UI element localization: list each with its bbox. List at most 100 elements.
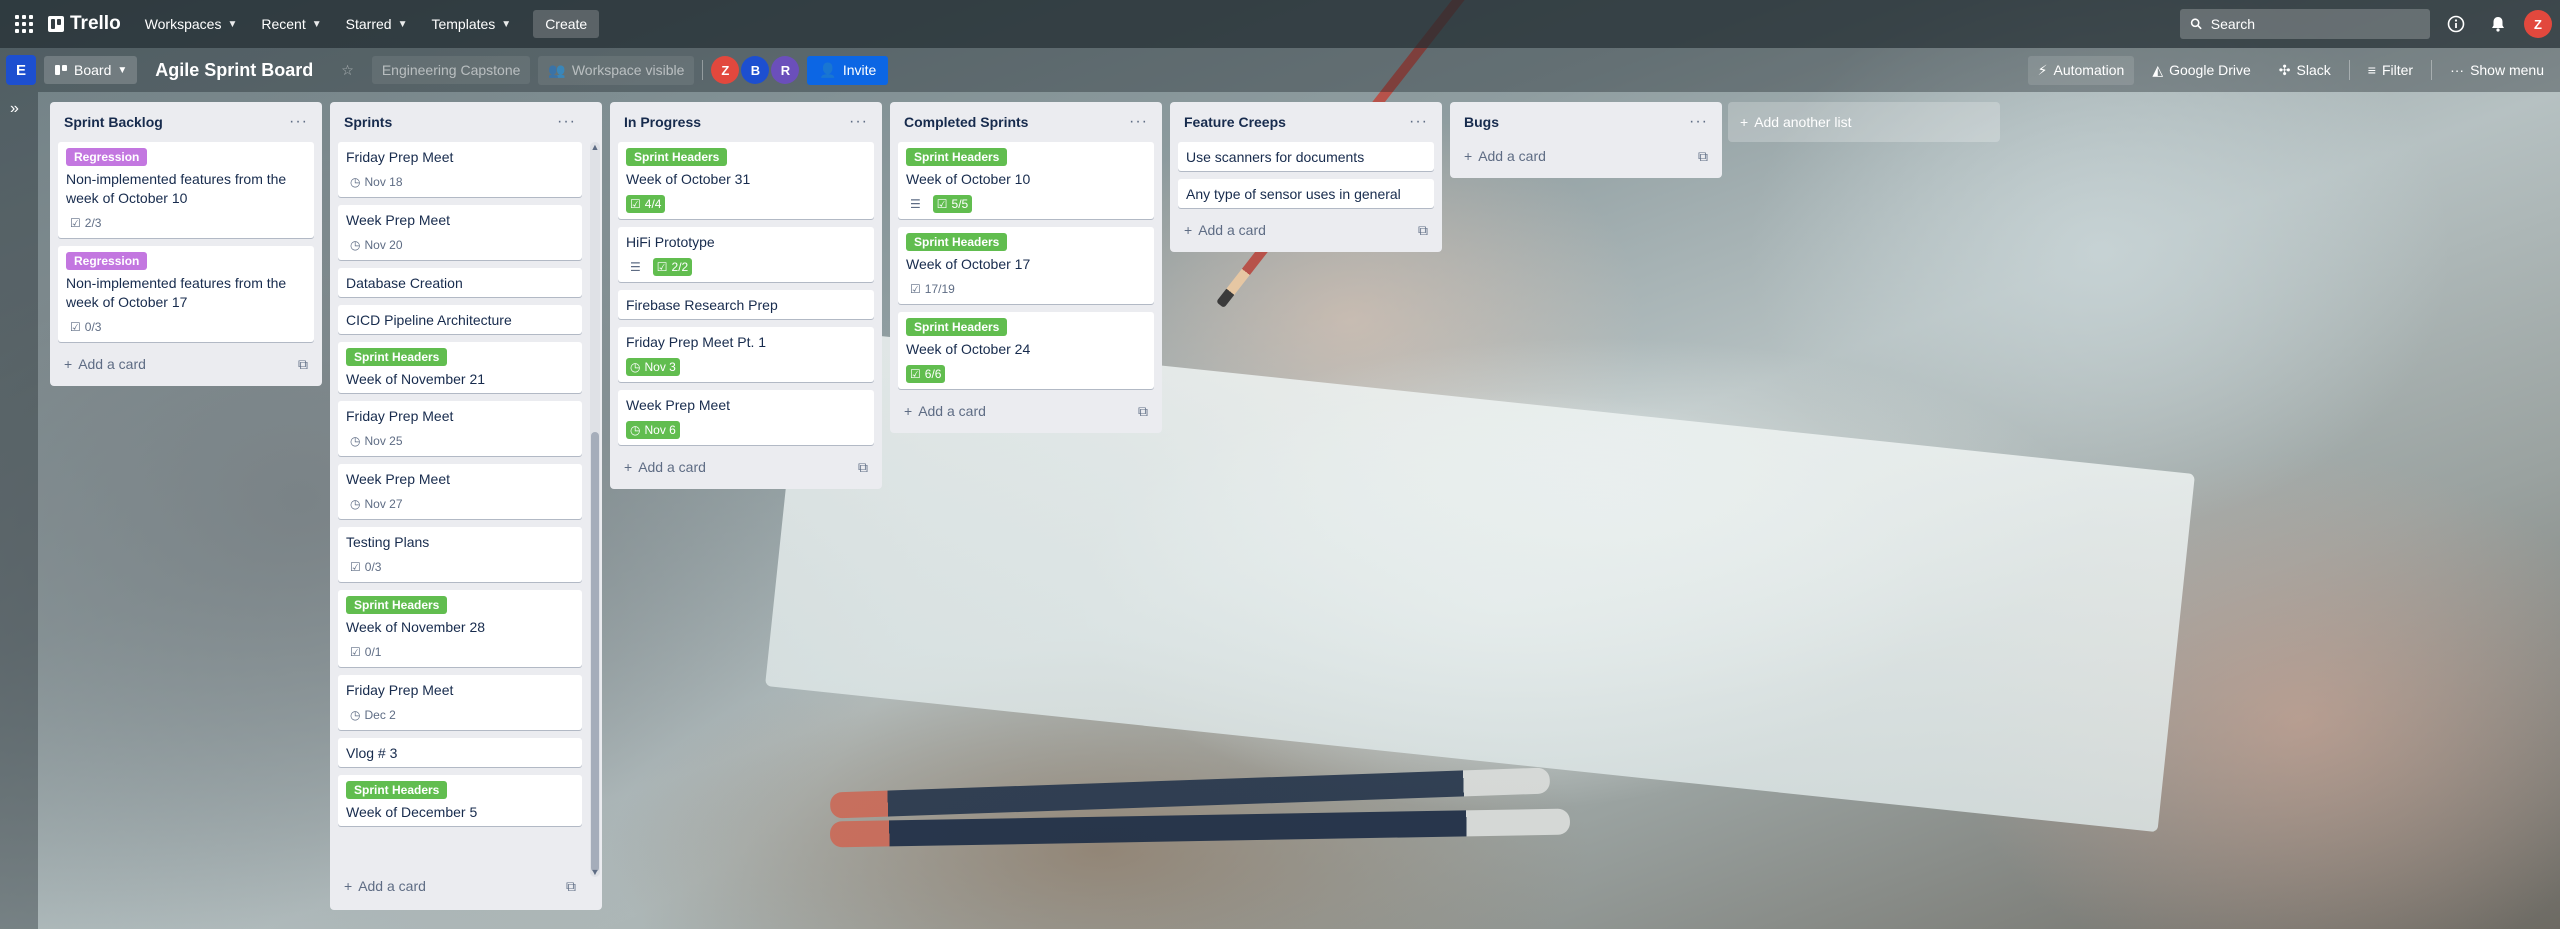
card[interactable]: CICD Pipeline Architecture [338,305,582,334]
card[interactable]: Regression Non-implemented features from… [58,142,314,238]
card[interactable]: Sprint Headers Week of October 24 ☑ 6/6 [898,312,1154,389]
google-drive-button[interactable]: ◭ Google Drive [2142,56,2260,85]
card[interactable]: Database Creation [338,268,582,297]
card[interactable]: Friday Prep Meet ◷ Nov 18 [338,142,582,197]
card[interactable]: HiFi Prototype ☰ ☑ 2/2 [618,227,874,282]
board-view-switcher[interactable]: Board ▼ [44,56,138,84]
card[interactable]: Sprint Headers Week of October 17 ☑ 17/19 [898,227,1154,304]
expand-sidebar-icon[interactable]: » [10,100,19,118]
list-sprint-backlog: Sprint Backlog ··· Regression Non-implem… [50,102,322,386]
create-button[interactable]: Create [533,10,600,38]
invite-button[interactable]: 👤 Invite [807,55,889,85]
card[interactable]: Sprint Headers Week of December 5 [338,775,582,826]
add-card-button[interactable]: + Add a card ⧉ [58,350,314,378]
filter-label: Filter [2381,62,2414,78]
card-label: Regression [66,148,148,166]
card-title: Week of October 10 [906,171,1031,187]
header-divider [2431,60,2433,80]
create-from-template-icon[interactable]: ⧉ [1418,222,1428,239]
slack-button[interactable]: ✣ Slack [2269,56,2341,85]
card-title: Friday Prep Meet [346,408,454,424]
workspaces-menu-button[interactable]: Workspaces ▼ [135,10,248,38]
star-board-button[interactable]: ☆ [331,56,364,85]
scrollbar-thumb[interactable] [591,432,599,872]
list-header: In Progress ··· [618,102,874,142]
checklist-icon: ☑ [350,560,361,574]
create-from-template-icon[interactable]: ⧉ [1138,403,1148,420]
card[interactable]: Sprint Headers Week of November 21 [338,342,582,393]
clock-icon: ◷ [350,497,361,511]
user-avatar[interactable]: Z [2524,10,2552,38]
card[interactable]: Friday Prep Meet Pt. 1 ◷ Nov 3 [618,327,874,382]
show-menu-button[interactable]: ··· Show menu [2440,56,2554,84]
list-bugs: Bugs ··· + Add a card ⧉ [1450,102,1722,178]
create-from-template-icon[interactable]: ⧉ [566,878,576,895]
list-title[interactable]: Sprints [344,114,392,130]
member-avatar[interactable]: B [741,56,770,84]
member-avatar[interactable]: Z [711,56,740,84]
list-cards-scroll-area[interactable]: Friday Prep Meet ◷ Nov 18 Week Prep Meet … [338,142,582,872]
list-menu-icon[interactable]: ··· [1409,113,1428,131]
visibility-button[interactable]: 👥 Workspace visible [538,55,695,85]
scroll-down-icon[interactable]: ▼ [590,867,600,877]
scroll-up-icon[interactable]: ▲ [590,142,600,152]
card[interactable]: Testing Plans ☑ 0/3 [338,527,582,582]
add-card-button[interactable]: + Add a card ⧉ [898,397,1154,425]
card[interactable]: Firebase Research Prep [618,290,874,319]
add-card-button[interactable]: + Add a card ⧉ [618,453,874,481]
card[interactable]: Friday Prep Meet ◷ Dec 2 [338,675,582,730]
search-input[interactable] [2210,16,2420,32]
add-person-icon: 👤 [819,61,837,78]
card[interactable]: Any type of sensor uses in general [1178,179,1434,208]
card-title: Week of October 17 [906,256,1031,272]
list-title[interactable]: Feature Creeps [1184,114,1286,130]
checklist-count: 4/4 [644,197,662,211]
app-switcher-icon[interactable] [8,8,40,40]
card[interactable]: Week Prep Meet ◷ Nov 6 [618,390,874,445]
list-menu-icon[interactable]: ··· [1129,113,1148,131]
list-menu-icon[interactable]: ··· [1689,113,1708,131]
trello-logo[interactable]: Trello [44,13,131,35]
create-from-template-icon[interactable]: ⧉ [1698,148,1708,165]
list-menu-icon[interactable]: ··· [289,113,308,131]
recent-menu-button[interactable]: Recent ▼ [251,10,331,38]
card-label: Sprint Headers [346,348,448,366]
board-title[interactable]: Agile Sprint Board [145,56,323,85]
card[interactable]: Regression Non-implemented features from… [58,246,314,342]
add-card-button[interactable]: + Add a card ⧉ [1178,216,1434,244]
search-box[interactable] [2180,9,2430,39]
automation-button[interactable]: ⚡ Automation [2027,55,2135,85]
list-menu-icon[interactable]: ··· [557,113,576,131]
filter-button[interactable]: ≡ Filter [2358,56,2423,84]
card-title: Week of November 21 [346,371,486,387]
list-title[interactable]: Bugs [1464,114,1499,130]
notifications-bell-icon[interactable] [2482,8,2514,40]
templates-menu-button[interactable]: Templates ▼ [421,10,521,38]
plus-icon: + [344,878,353,894]
add-card-button[interactable]: + Add a card ⧉ [338,872,582,900]
create-from-template-icon[interactable]: ⧉ [858,459,868,476]
list-title[interactable]: In Progress [624,114,701,130]
card[interactable]: Week Prep Meet ◷ Nov 20 [338,205,582,260]
checklist-count: 17/19 [924,282,955,296]
card[interactable]: Sprint Headers Week of October 10 ☰ ☑ 5/5 [898,142,1154,219]
list-title[interactable]: Sprint Backlog [64,114,163,130]
starred-menu-button[interactable]: Starred ▼ [336,10,418,38]
list-menu-icon[interactable]: ··· [849,113,868,131]
workspace-badge[interactable]: E [6,55,36,85]
create-from-template-icon[interactable]: ⧉ [298,356,308,373]
list-scrollbar[interactable]: ▲ ▼ [590,142,600,877]
add-card-button[interactable]: + Add a card ⧉ [1458,142,1714,170]
information-icon[interactable] [2440,8,2472,40]
card[interactable]: Sprint Headers Week of October 31 ☑ 4/4 [618,142,874,219]
list-title[interactable]: Completed Sprints [904,114,1028,130]
card[interactable]: Week Prep Meet ◷ Nov 27 [338,464,582,519]
member-avatar[interactable]: R [771,56,800,84]
add-another-list-button[interactable]: + Add another list [1728,102,2000,142]
header-divider [702,60,704,80]
card[interactable]: Vlog # 3 [338,738,582,767]
card[interactable]: Sprint Headers Week of November 28 ☑ 0/1 [338,590,582,667]
card[interactable]: Friday Prep Meet ◷ Nov 25 [338,401,582,456]
workspace-name-button[interactable]: Engineering Capstone [371,56,531,84]
card[interactable]: Use scanners for documents [1178,142,1434,171]
